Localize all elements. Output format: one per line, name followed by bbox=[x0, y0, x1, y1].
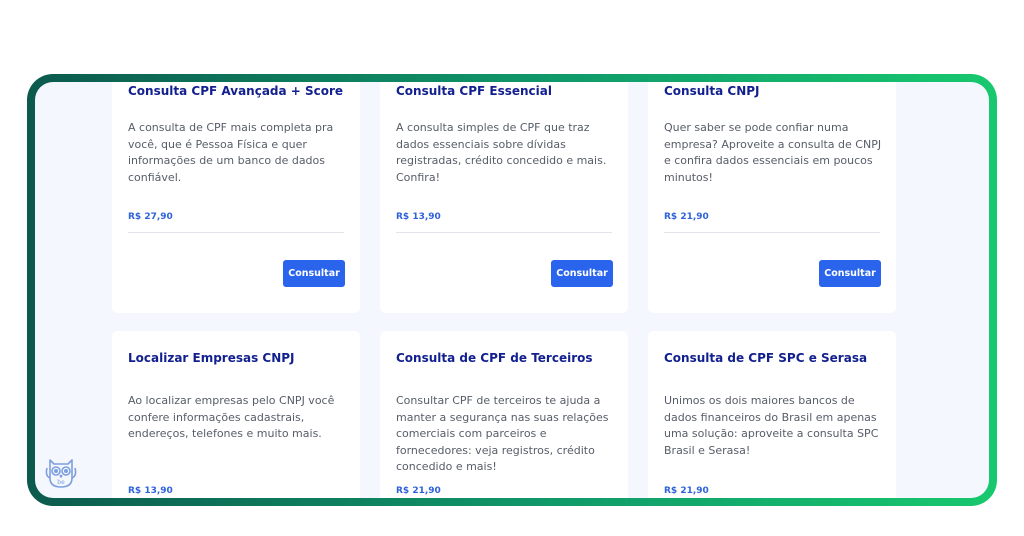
card-price: R$ 21,90 bbox=[396, 486, 441, 496]
card-title: Consulta CPF Avançada + Score bbox=[128, 84, 344, 98]
card-title: Localizar Empresas CNPJ bbox=[128, 351, 295, 365]
product-card-cpf-avancada: Consulta CPF Avançada + Score A consulta… bbox=[112, 82, 360, 313]
card-description: Quer saber se pode confiar numa empresa?… bbox=[664, 121, 882, 184]
card-title: Consulta de CPF SPC e Serasa bbox=[664, 351, 868, 365]
card-divider bbox=[396, 232, 612, 233]
card-price: R$ 27,90 bbox=[128, 212, 173, 222]
card-price: R$ 13,90 bbox=[128, 486, 173, 496]
consultar-button[interactable]: Consultar bbox=[283, 260, 345, 287]
product-card-localizar-empresas: Localizar Empresas CNPJ Ao localizar emp… bbox=[112, 331, 360, 498]
owl-label: be bbox=[57, 479, 65, 486]
card-title: Consulta de CPF de Terceiros bbox=[396, 351, 593, 365]
product-card-cpf-terceiros: Consulta de CPF de Terceiros Consultar C… bbox=[380, 331, 628, 498]
consultar-button[interactable]: Consultar bbox=[551, 260, 613, 287]
card-description: A consulta simples de CPF que traz dados… bbox=[396, 121, 607, 184]
card-title: Consulta CNPJ bbox=[664, 84, 760, 98]
card-description: A consulta de CPF mais completa pra você… bbox=[128, 121, 334, 184]
card-price: R$ 13,90 bbox=[396, 212, 441, 222]
card-price: R$ 21,90 bbox=[664, 486, 709, 496]
consultar-button[interactable]: Consultar bbox=[819, 260, 881, 287]
card-description: Consultar CPF de terceiros te ajuda a ma… bbox=[396, 394, 609, 473]
card-divider bbox=[664, 232, 880, 233]
owl-icon[interactable]: be bbox=[44, 454, 78, 490]
product-card-cnpj: Consulta CNPJ Quer saber se pode confiar… bbox=[648, 82, 896, 313]
screen: Consulta CPF Avançada + Score A consulta… bbox=[35, 82, 989, 498]
card-description: Ao localizar empresas pelo CNPJ você con… bbox=[128, 394, 335, 440]
card-price: R$ 21,90 bbox=[664, 212, 709, 222]
product-card-cpf-spc-serasa: Consulta de CPF SPC e Serasa Unimos os d… bbox=[648, 331, 896, 498]
card-description: Unimos os dois maiores bancos de dados f… bbox=[664, 394, 879, 457]
device-frame: Consulta CPF Avançada + Score A consulta… bbox=[27, 74, 997, 506]
card-divider bbox=[128, 232, 344, 233]
card-title: Consulta CPF Essencial bbox=[396, 84, 552, 98]
product-card-cpf-essencial: Consulta CPF Essencial A consulta simple… bbox=[380, 82, 628, 313]
